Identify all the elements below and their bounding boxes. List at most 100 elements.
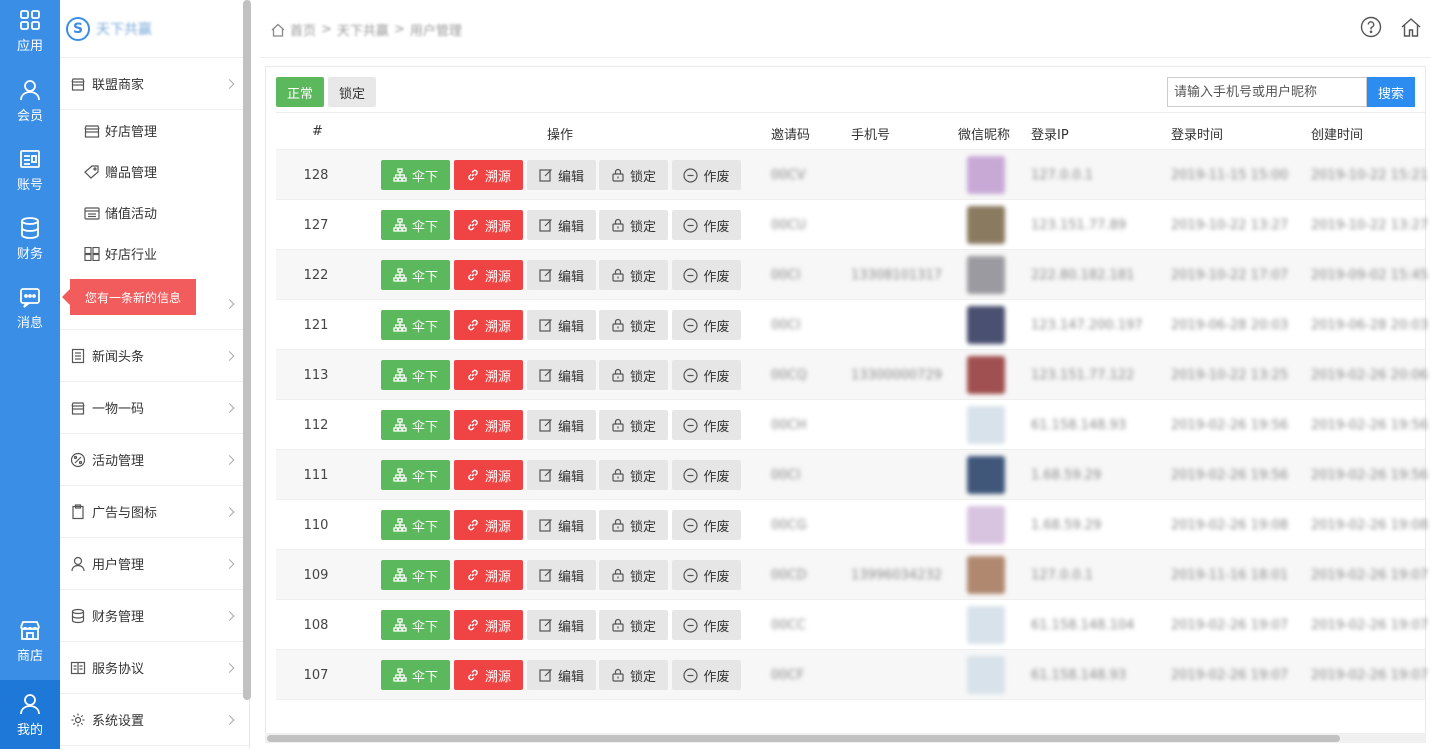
breadcrumb-home[interactable]: 首页	[290, 20, 316, 39]
create-time: 2019-09-02 15:45	[1311, 267, 1429, 283]
void-button[interactable]: 作废	[672, 310, 741, 340]
umbrella-button[interactable]: 伞下	[381, 560, 450, 590]
trace-button[interactable]: 溯源	[454, 660, 523, 690]
menu-group-ads[interactable]: 广告与图标	[60, 486, 249, 538]
lock-button[interactable]: 锁定	[599, 460, 668, 490]
edit-button[interactable]: 编辑	[527, 460, 596, 490]
rail-item-store[interactable]: 商店	[0, 610, 60, 672]
edit-label: 编辑	[557, 419, 584, 435]
edit-button[interactable]: 编辑	[527, 210, 596, 240]
menu-group-users[interactable]: 用户管理	[60, 538, 249, 590]
menu-item-label: 储值活动	[105, 207, 158, 222]
edit-button[interactable]: 编辑	[527, 310, 596, 340]
trace-button[interactable]: 溯源	[454, 360, 523, 390]
menu-group-qrcode[interactable]: 一物一码	[60, 382, 249, 434]
store-icon	[70, 400, 86, 416]
menu-scrollbar[interactable]	[243, 0, 251, 700]
edit-button[interactable]: 编辑	[527, 560, 596, 590]
void-button[interactable]: 作废	[672, 510, 741, 540]
search-input[interactable]	[1167, 77, 1367, 107]
rail-item-finance[interactable]: 财务	[0, 208, 60, 270]
edit-button[interactable]: 编辑	[527, 360, 596, 390]
lock-button[interactable]: 锁定	[599, 360, 668, 390]
new-message-toast[interactable]: 您有一条新的信息	[62, 279, 196, 315]
umbrella-button[interactable]: 伞下	[381, 610, 450, 640]
menu-group-activity[interactable]: 活动管理	[60, 434, 249, 486]
menu-group-finance[interactable]: 财务管理	[60, 590, 249, 642]
menu-item-store-management[interactable]: 好店管理	[60, 110, 249, 151]
rail-item-mine[interactable]: 我的	[0, 680, 60, 749]
trace-button[interactable]: 溯源	[454, 610, 523, 640]
umbrella-button[interactable]: 伞下	[381, 660, 450, 690]
menu-group-settings[interactable]: 系统设置	[60, 694, 249, 746]
lock-button[interactable]: 锁定	[599, 510, 668, 540]
lock-button[interactable]: 锁定	[599, 660, 668, 690]
edit-button[interactable]: 编辑	[527, 260, 596, 290]
void-button[interactable]: 作废	[672, 660, 741, 690]
home-icon[interactable]	[270, 22, 286, 38]
lock-button[interactable]: 锁定	[599, 210, 668, 240]
trace-label: 溯源	[484, 569, 511, 585]
void-button[interactable]: 作废	[672, 410, 741, 440]
umbrella-button[interactable]: 伞下	[381, 410, 450, 440]
edit-label: 编辑	[557, 269, 584, 285]
menu-group-alliance-merchants[interactable]: 联盟商家	[60, 58, 249, 110]
store-icon	[70, 76, 86, 92]
rail-item-apps[interactable]: 应用	[0, 0, 60, 62]
lock-button[interactable]: 锁定	[599, 610, 668, 640]
breadcrumb-level1[interactable]: 天下共赢	[337, 20, 389, 39]
lock-button[interactable]: 锁定	[599, 560, 668, 590]
umbrella-button[interactable]: 伞下	[381, 260, 450, 290]
trace-button[interactable]: 溯源	[454, 260, 523, 290]
menu-item-stored-value[interactable]: 储值活动	[60, 192, 249, 233]
help-icon[interactable]	[1360, 16, 1382, 38]
trace-button[interactable]: 溯源	[454, 310, 523, 340]
lock-button[interactable]: 锁定	[599, 310, 668, 340]
search-button[interactable]: 搜索	[1367, 77, 1415, 107]
menu-group-news[interactable]: 新闻头条	[60, 330, 249, 382]
edit-button[interactable]: 编辑	[527, 410, 596, 440]
void-label: 作废	[703, 619, 730, 635]
tab-normal[interactable]: 正常	[276, 77, 324, 107]
rail-item-messages[interactable]: 消息	[0, 277, 60, 339]
home-icon[interactable]	[1400, 16, 1422, 38]
rail-item-members[interactable]: 会员	[0, 70, 60, 132]
edit-button[interactable]: 编辑	[527, 160, 596, 190]
edit-button[interactable]: 编辑	[527, 510, 596, 540]
lock-button[interactable]: 锁定	[599, 160, 668, 190]
edit-button[interactable]: 编辑	[527, 610, 596, 640]
tab-locked[interactable]: 锁定	[328, 77, 376, 107]
void-button[interactable]: 作废	[672, 210, 741, 240]
trace-button[interactable]: 溯源	[454, 160, 523, 190]
row-id: 109	[303, 567, 329, 583]
horizontal-scrollbar[interactable]	[267, 735, 1340, 742]
trace-button[interactable]: 溯源	[454, 210, 523, 240]
void-button[interactable]: 作废	[672, 460, 741, 490]
trace-label: 溯源	[484, 669, 511, 685]
lock-button[interactable]: 锁定	[599, 410, 668, 440]
menu-group-agreement[interactable]: 服务协议	[60, 642, 249, 694]
umbrella-button[interactable]: 伞下	[381, 460, 450, 490]
umbrella-button[interactable]: 伞下	[381, 160, 450, 190]
trace-button[interactable]: 溯源	[454, 410, 523, 440]
void-button[interactable]: 作废	[672, 610, 741, 640]
void-button[interactable]: 作废	[672, 560, 741, 590]
menu-item-store-industry[interactable]: 好店行业	[60, 233, 249, 274]
minus-circle-icon	[683, 167, 699, 183]
umbrella-button[interactable]: 伞下	[381, 210, 450, 240]
umbrella-button[interactable]: 伞下	[381, 310, 450, 340]
void-button[interactable]: 作废	[672, 260, 741, 290]
trace-button[interactable]: 溯源	[454, 460, 523, 490]
trace-button[interactable]: 溯源	[454, 560, 523, 590]
edit-button[interactable]: 编辑	[527, 660, 596, 690]
lock-button[interactable]: 锁定	[599, 260, 668, 290]
trace-button[interactable]: 溯源	[454, 510, 523, 540]
void-button[interactable]: 作废	[672, 360, 741, 390]
hierarchy-icon	[393, 468, 407, 482]
umbrella-button[interactable]: 伞下	[381, 510, 450, 540]
umbrella-button[interactable]: 伞下	[381, 360, 450, 390]
void-button[interactable]: 作废	[672, 160, 741, 190]
menu-item-gift-management[interactable]: 赠品管理	[60, 151, 249, 192]
trace-label: 溯源	[484, 469, 511, 485]
rail-item-account[interactable]: 账号	[0, 139, 60, 201]
